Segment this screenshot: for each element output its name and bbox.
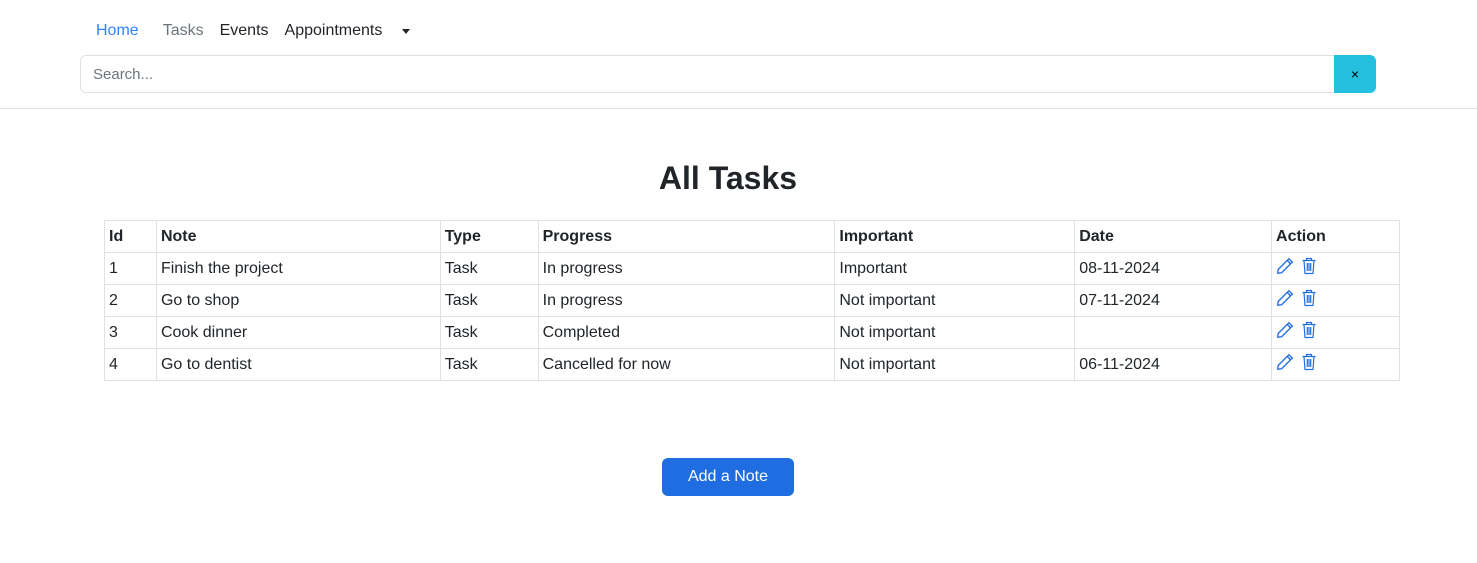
tasks-table: Id Note Type Progress Important Date Act… [104, 220, 1400, 381]
table-row: 1 Finish the project Task In progress Im… [104, 252, 1400, 285]
cell-date [1074, 316, 1273, 349]
pencil-icon[interactable] [1276, 321, 1294, 344]
pencil-icon[interactable] [1276, 353, 1294, 376]
cell-progress: In progress [537, 284, 836, 317]
header-type: Type [439, 220, 539, 253]
header-important: Important [834, 220, 1076, 253]
add-note-button[interactable]: Add a Note [662, 458, 794, 496]
cell-type: Task [439, 284, 539, 317]
cell-important: Not important [834, 348, 1076, 381]
top-navbar: Home Tasks Events Appointments × [0, 0, 1477, 109]
cell-action [1271, 252, 1400, 285]
cell-important: Not important [834, 284, 1076, 317]
cell-id: 1 [104, 252, 157, 285]
table-row: 3 Cook dinner Task Completed Not importa… [104, 316, 1400, 349]
cell-progress: Cancelled for now [537, 348, 836, 381]
caret-down-icon[interactable] [402, 28, 411, 34]
page-title: All Tasks [658, 160, 798, 196]
cell-id: 4 [104, 348, 157, 381]
cell-date: 06-11-2024 [1074, 348, 1273, 381]
nav-home-link[interactable]: Home [96, 22, 139, 40]
cell-date: 08-11-2024 [1074, 252, 1273, 285]
trash-icon[interactable] [1301, 353, 1317, 376]
table-header-row: Id Note Type Progress Important Date Act… [104, 220, 1400, 253]
header-progress: Progress [537, 220, 836, 253]
cell-note: Cook dinner [155, 316, 441, 349]
cell-type: Task [439, 348, 539, 381]
header-note: Note [155, 220, 441, 253]
header-date: Date [1074, 220, 1273, 253]
cell-note: Finish the project [155, 252, 441, 285]
trash-icon[interactable] [1301, 257, 1317, 280]
nav-events-link[interactable]: Events [220, 22, 269, 40]
nav-links: Home Tasks Events Appointments [96, 20, 411, 42]
pencil-icon[interactable] [1276, 289, 1294, 312]
search-input[interactable] [80, 55, 1336, 93]
cell-type: Task [439, 252, 539, 285]
cell-date: 07-11-2024 [1074, 284, 1273, 317]
cell-type: Task [439, 316, 539, 349]
cell-id: 3 [104, 316, 157, 349]
cell-progress: Completed [537, 316, 836, 349]
cell-note: Go to shop [155, 284, 441, 317]
table-row: 4 Go to dentist Task Cancelled for now N… [104, 348, 1400, 381]
header-action: Action [1271, 220, 1400, 253]
pencil-icon[interactable] [1276, 257, 1294, 280]
cell-action [1271, 284, 1400, 317]
cell-important: Important [834, 252, 1076, 285]
table-row: 2 Go to shop Task In progress Not import… [104, 284, 1400, 317]
cell-important: Not important [834, 316, 1076, 349]
cell-id: 2 [104, 284, 157, 317]
cell-note: Go to dentist [155, 348, 441, 381]
cell-action [1271, 316, 1400, 349]
clear-search-button[interactable]: × [1334, 55, 1376, 93]
trash-icon[interactable] [1301, 289, 1317, 312]
cell-action [1271, 348, 1400, 381]
nav-appointments-link[interactable]: Appointments [285, 22, 383, 40]
trash-icon[interactable] [1301, 321, 1317, 344]
nav-tasks-link[interactable]: Tasks [163, 22, 204, 40]
header-id: Id [104, 220, 157, 253]
cell-progress: In progress [537, 252, 836, 285]
